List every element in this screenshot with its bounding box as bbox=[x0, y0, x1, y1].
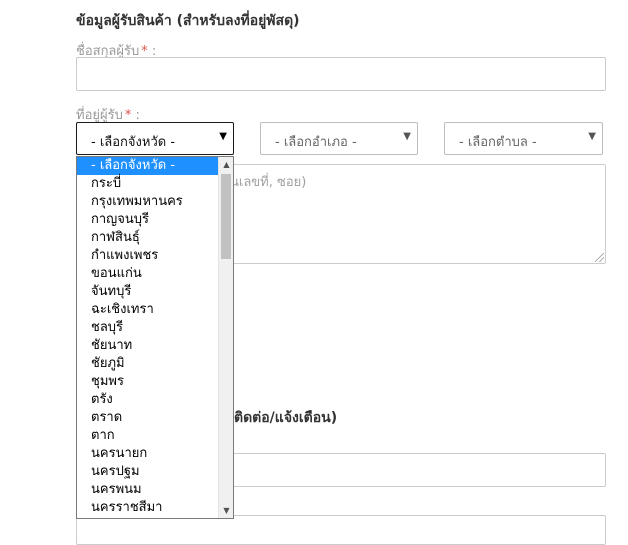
scroll-down-arrow-icon[interactable]: ▼ bbox=[219, 503, 233, 518]
province-option[interactable]: ตรัง bbox=[77, 391, 220, 409]
province-option[interactable]: ขอนแก่น bbox=[77, 265, 220, 283]
province-select[interactable]: - เลือกจังหวัด - ▼ bbox=[76, 122, 234, 155]
province-option[interactable]: กาญจนบุรี bbox=[77, 211, 220, 229]
dropdown-scrollbar[interactable]: ▲ ▼ bbox=[218, 157, 233, 518]
province-option[interactable]: - เลือกจังหวัด - bbox=[77, 157, 220, 175]
province-option[interactable]: นครปฐม bbox=[77, 463, 220, 481]
province-dropdown-list[interactable]: - เลือกจังหวัด - กระบี่ กรุงเทพมหานคร กาญจน… bbox=[76, 156, 234, 519]
province-option[interactable]: นครราชสีมา bbox=[77, 499, 220, 517]
address-placeholder: นเลขที่, ซอย) bbox=[230, 175, 307, 190]
address-label-text: ที่อยู่ผู้รับ bbox=[76, 108, 123, 123]
province-option[interactable]: นครพนม bbox=[77, 481, 220, 499]
province-option[interactable]: ตาก bbox=[77, 427, 220, 445]
province-option[interactable]: ฉะเชิงเทรา bbox=[77, 301, 220, 319]
province-option[interactable]: กำแพงเพชร bbox=[77, 247, 220, 265]
province-option[interactable]: ชุมพร bbox=[77, 373, 220, 391]
district-select-value: - เลือกอำเภอ - bbox=[275, 135, 357, 150]
province-option[interactable]: กรุงเทพมหานคร bbox=[77, 193, 220, 211]
chevron-down-icon: ▼ bbox=[588, 131, 596, 142]
district-select[interactable]: - เลือกอำเภอ - ▼ bbox=[260, 122, 418, 155]
province-option[interactable]: กาฬสินธุ์ bbox=[77, 229, 220, 247]
contact-input-2[interactable] bbox=[76, 515, 606, 545]
province-option[interactable]: กระบี่ bbox=[77, 175, 220, 193]
scroll-up-arrow-icon[interactable]: ▲ bbox=[219, 157, 233, 172]
province-select-value: - เลือกจังหวัด - bbox=[91, 135, 176, 150]
province-option[interactable]: นครนายก bbox=[77, 445, 220, 463]
province-options: - เลือกจังหวัด - กระบี่ กรุงเทพมหานคร กาญจน… bbox=[77, 157, 233, 517]
section-title: ข้อมูลผู้รับสินค้า (สำหรับลงที่อยู่พัสดุ… bbox=[76, 13, 300, 29]
resize-handle-icon[interactable] bbox=[595, 253, 604, 262]
scrollbar-thumb[interactable] bbox=[221, 174, 231, 259]
chevron-down-icon: ▼ bbox=[403, 131, 411, 142]
recipient-name-input[interactable] bbox=[76, 57, 606, 91]
label-suffix: : bbox=[131, 108, 140, 123]
subdistrict-select-value: - เลือกตำบล - bbox=[459, 135, 537, 150]
contact-section-title: ติดต่อ/แจ้งเตือน) bbox=[234, 410, 338, 426]
province-option[interactable]: จันทบุรี bbox=[77, 283, 220, 301]
province-option[interactable]: ตราด bbox=[77, 409, 220, 427]
province-option[interactable]: ชัยภูมิ bbox=[77, 355, 220, 373]
subdistrict-select[interactable]: - เลือกตำบล - ▼ bbox=[444, 122, 603, 155]
chevron-down-icon: ▼ bbox=[219, 131, 227, 142]
province-option[interactable]: ชัยนาท bbox=[77, 337, 220, 355]
province-option[interactable]: ชลบุรี bbox=[77, 319, 220, 337]
